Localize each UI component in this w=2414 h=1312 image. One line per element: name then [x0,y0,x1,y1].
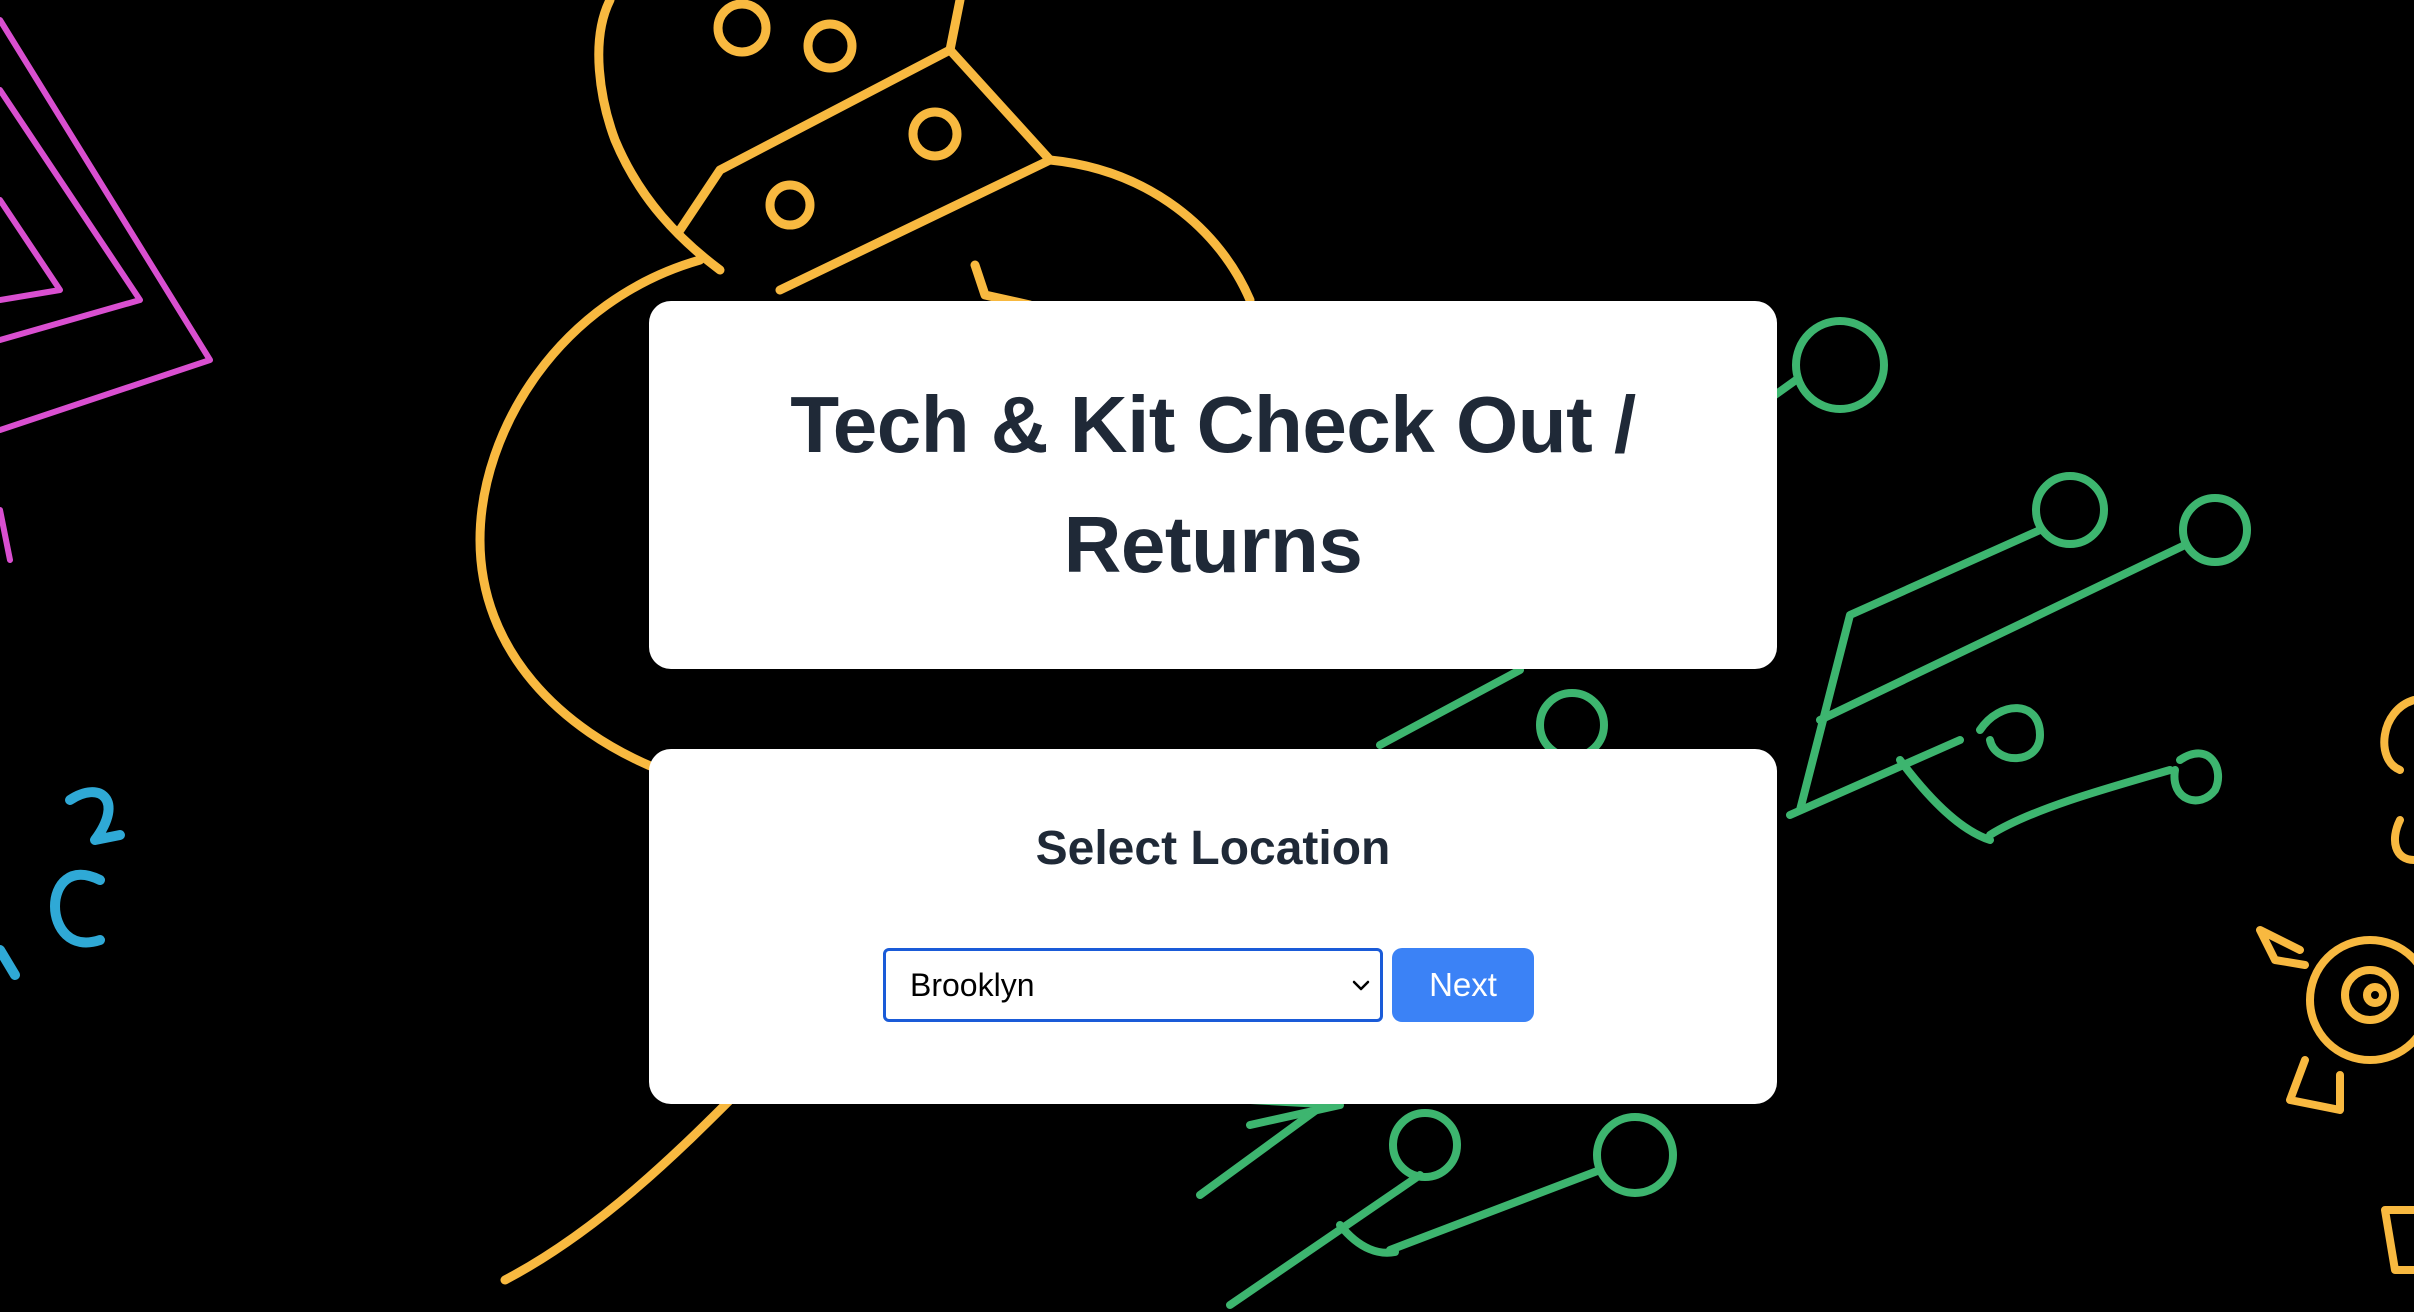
location-select-value: Brooklyn [910,966,1035,1003]
next-button[interactable]: Next [1392,948,1534,1022]
chevron-down-icon [1352,980,1370,991]
yellow-creature-doodle [2256,696,2414,1274]
location-select[interactable]: Brooklyn [883,948,1383,1022]
blue-squiggle-doodle [0,787,125,980]
location-card: Select Location Brooklyn Next [649,749,1777,1104]
title-card: Tech & Kit Check Out / Returns [649,301,1777,669]
select-location-heading: Select Location [1035,822,1391,875]
page-title: Tech & Kit Check Out / Returns [790,380,1636,589]
location-controls: Brooklyn Next [883,948,1534,1022]
pink-triangle-doodle [0,17,213,563]
page-background: Tech & Kit Check Out / Returns Select Lo… [0,0,2414,1312]
